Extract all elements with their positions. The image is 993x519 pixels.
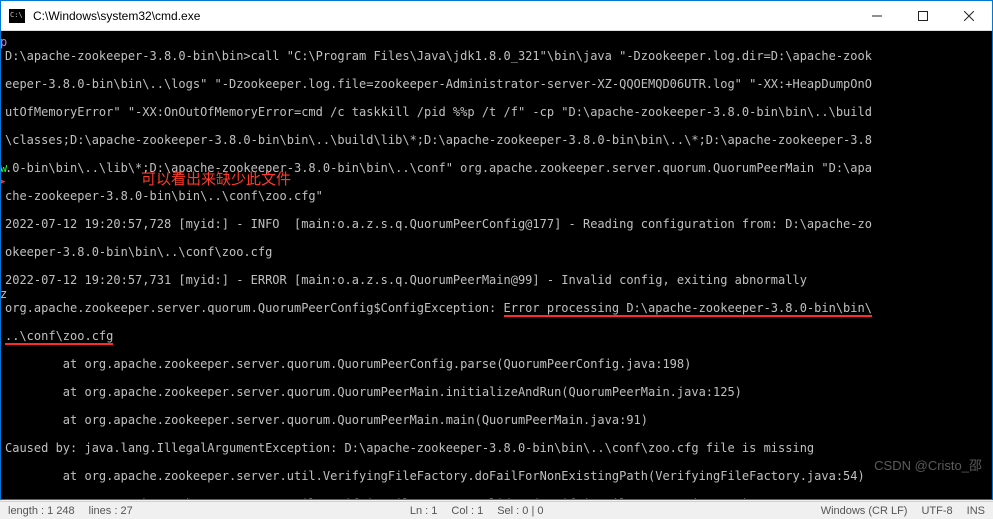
minimize-button[interactable] [854,1,900,31]
cmd-icon [9,9,25,23]
status-lines: lines : 27 [89,505,133,517]
text: org.apache.zookeeper.server.quorum.Quoru… [5,301,504,315]
output-line: at org.apache.zookeeper.server.quorum.Qu… [5,385,990,399]
close-button[interactable] [946,1,992,31]
annotation-text: 可以看出来缺少此文件 [141,173,291,187]
status-col: Col : 1 [451,505,483,517]
output-line: D:\apache-zookeeper-3.8.0-bin\bin>call "… [5,49,990,63]
titlebar[interactable]: C:\Windows\system32\cmd.exe [1,1,992,31]
output-line: che-zookeeper-3.8.0-bin\bin\..\conf\zoo.… [5,189,990,203]
output-line: org.apache.zookeeper.server.quorum.Quoru… [5,301,990,315]
gutter-mark: p [1,35,7,49]
output-line: utOfMemoryError" "-XX:OnOutOfMemoryError… [5,105,990,119]
output-line: 2022-07-12 19:20:57,731 [myid:] - ERROR … [5,273,990,287]
maximize-button[interactable] [900,1,946,31]
output-line: at org.apache.zookeeper.server.util.Veri… [5,469,990,483]
window-controls [854,1,992,30]
output-line: 2022-07-12 19:20:57,728 [myid:] - INFO [… [5,217,990,231]
minimize-icon [872,11,882,21]
output-line: okeeper-3.8.0-bin\bin\..\conf\zoo.cfg [5,245,990,259]
cmd-window: C:\Windows\system32\cmd.exe D:\apache-zo… [0,0,993,500]
output-line: at org.apache.zookeeper.server.quorum.Qu… [5,413,990,427]
status-ins: INS [967,505,985,517]
status-encoding: UTF-8 [921,505,952,517]
maximize-icon [918,11,928,21]
status-ln: Ln : 1 [410,505,438,517]
status-length: length : 1 248 [8,505,75,517]
status-eol: Windows (CR LF) [821,505,908,517]
annotation-arrow-icon: ➤ [1,175,6,189]
output-line: at org.apache.zookeeper.server.quorum.Qu… [5,357,990,371]
error-highlight: Error processing D:\apache-zookeeper-3.8… [504,301,872,317]
editor-statusbar: length : 1 248 lines : 27 Ln : 1 Col : 1… [0,501,993,519]
gutter-mark: w [1,161,7,175]
output-line: eeper-3.8.0-bin\bin\..\logs" "-Dzookeepe… [5,77,990,91]
output-line: \classes;D:\apache-zookeeper-3.8.0-bin\b… [5,133,990,147]
error-highlight: ..\conf\zoo.cfg [5,329,113,345]
status-sel: Sel : 0 | 0 [497,505,543,517]
output-line: ..\conf\zoo.cfg [5,329,990,343]
close-icon [964,11,974,21]
window-title: C:\Windows\system32\cmd.exe [31,9,854,23]
gutter-mark: z [1,287,7,301]
output-line: at org.apache.zookeeper.server.util.Veri… [5,497,990,499]
terminal-output[interactable]: D:\apache-zookeeper-3.8.0-bin\bin>call "… [1,31,992,499]
output-line: Caused by: java.lang.IllegalArgumentExce… [5,441,990,455]
